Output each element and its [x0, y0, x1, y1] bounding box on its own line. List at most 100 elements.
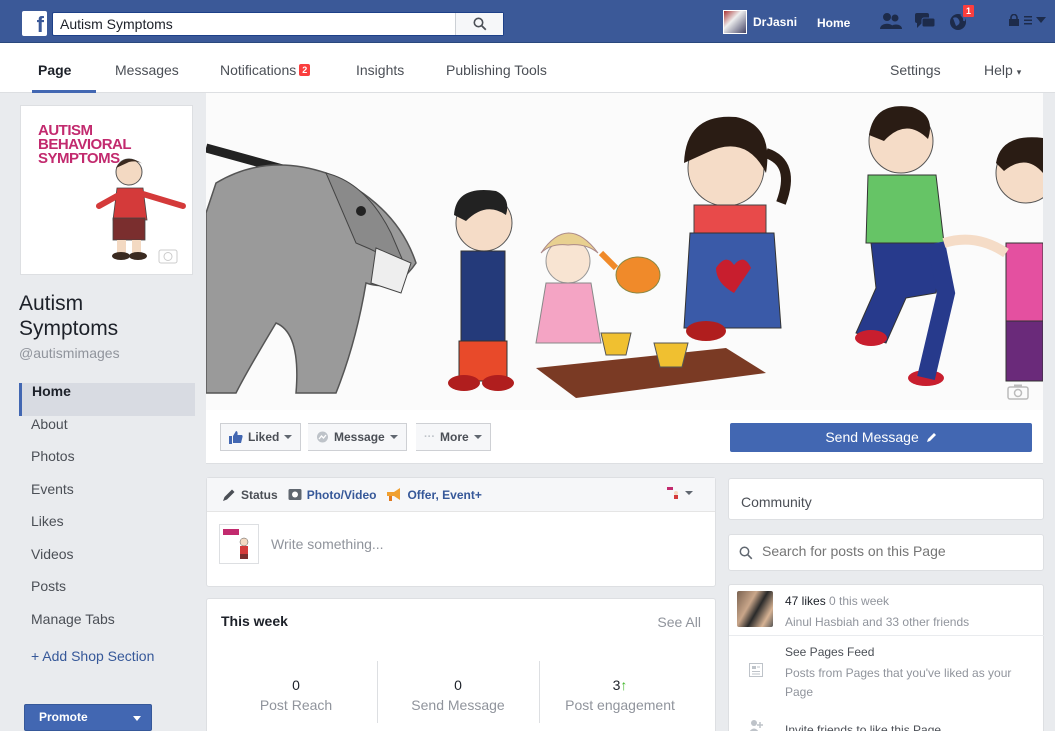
composer-placeholder[interactable]: Write something... — [271, 536, 384, 552]
newsfeed-icon — [749, 663, 763, 677]
messenger-icon — [317, 431, 328, 442]
profile-link[interactable]: DrJasni — [723, 8, 797, 36]
avatar — [219, 524, 259, 564]
tab-notifications[interactable]: Notifications 2 — [220, 62, 311, 78]
caret-down-icon — [685, 491, 693, 495]
page-title-line: Symptoms — [19, 317, 119, 340]
send-message-label: Send Message — [825, 429, 919, 445]
composer-tabs: Status Photo/Video Offer, Event+ — [207, 478, 715, 512]
globe-icon[interactable]: 1 — [948, 4, 975, 31]
page-post-search-input[interactable] — [762, 543, 1032, 559]
notifications-count-badge: 1 — [961, 4, 975, 18]
pages-feed-row[interactable]: See Pages Feed Posts from Pages that you… — [729, 637, 1045, 707]
stat-post-reach[interactable]: 0 Post Reach — [213, 677, 379, 713]
stat-send-message[interactable]: 0 Send Message — [375, 677, 541, 713]
pencil-icon — [926, 433, 936, 442]
likes-this-week: 0 this week — [829, 594, 890, 608]
see-all-link[interactable]: See All — [657, 614, 701, 630]
trend-up-icon: ↑ — [620, 677, 628, 693]
tab-insights[interactable]: Insights — [356, 62, 404, 78]
pages-feed-title[interactable]: See Pages Feed — [785, 645, 874, 659]
top-navigation-bar: f DrJasni Home 1 — [0, 0, 1055, 43]
ellipsis-icon: ··· — [424, 431, 435, 443]
sidebar-item-about[interactable]: About — [19, 416, 195, 449]
account-menu[interactable] — [1008, 14, 1046, 26]
facebook-logo-icon[interactable]: f — [22, 11, 47, 37]
profile-picture-frame[interactable]: AUTISM BEHAVIORAL SYMPTOMS — [20, 105, 193, 275]
menu-lines-icon — [1024, 16, 1032, 25]
sidebar-item-photos[interactable]: Photos — [19, 448, 195, 481]
page-post-search[interactable] — [728, 534, 1044, 571]
tab-publishing-tools[interactable]: Publishing Tools — [446, 62, 547, 78]
send-message-button[interactable]: Send Message — [730, 423, 1032, 452]
composer-tab-photo-video[interactable]: Photo/Video — [288, 487, 377, 502]
sidebar-item-manage-tabs[interactable]: Manage Tabs — [19, 611, 195, 644]
boy-drawing — [96, 158, 186, 264]
community-card: 47 likes 0 this week Ainul Hasbiah and 3… — [728, 584, 1045, 731]
stat-value: 0 — [292, 677, 300, 693]
message-label: Message — [334, 430, 385, 444]
search-icon — [473, 17, 487, 31]
cover-illustration — [206, 93, 1043, 410]
sidebar-item-videos[interactable]: Videos — [19, 546, 195, 579]
search-box[interactable] — [52, 12, 504, 36]
sidebar-item-posts[interactable]: Posts — [19, 578, 195, 611]
avatar — [737, 591, 773, 627]
home-link[interactable]: Home — [817, 16, 850, 30]
add-shop-section-link[interactable]: + Add Shop Section — [19, 648, 195, 681]
sidebar-item-home[interactable]: Home — [19, 383, 195, 416]
page-avatar-icon — [667, 487, 678, 499]
help-label: Help — [984, 62, 1013, 78]
composer-tab-offer-event[interactable]: Offer, Event+ — [386, 487, 482, 502]
stat-label: Post engagement — [565, 697, 675, 713]
divider — [729, 635, 1045, 636]
invite-friends-link[interactable]: Invite friends to like this Page — [785, 723, 941, 731]
sidebar-item-events[interactable]: Events — [19, 481, 195, 514]
user-name: DrJasni — [753, 15, 798, 29]
messages-icon[interactable] — [914, 11, 936, 31]
megaphone-icon — [387, 488, 401, 501]
cover-photo[interactable] — [206, 93, 1043, 410]
stat-value: 0 — [454, 677, 462, 693]
caret-down-icon — [133, 716, 141, 721]
caret-down-icon — [1036, 17, 1046, 23]
search-icon — [739, 546, 753, 560]
page-title-line: Autism — [19, 292, 84, 315]
stat-value-row: 3↑ — [537, 677, 703, 693]
page-navigation: Page Messages Notifications 2 Insights Pu… — [0, 43, 1055, 93]
liked-button[interactable]: Liked — [220, 423, 302, 451]
sidebar-item-likes[interactable]: Likes — [19, 513, 195, 546]
post-as-selector[interactable] — [666, 486, 693, 500]
message-button[interactable]: Message — [308, 423, 407, 451]
tab-messages[interactable]: Messages — [115, 62, 179, 78]
search-button[interactable] — [455, 13, 503, 35]
offer-event-label: Offer, Event+ — [407, 487, 482, 502]
pages-feed-description: Posts from Pages that you've liked as yo… — [785, 666, 1012, 699]
caret-down-icon — [473, 435, 482, 439]
composer-body[interactable]: Write something... — [207, 487, 715, 586]
community-header[interactable]: Community — [728, 478, 1044, 520]
likes-row[interactable]: 47 likes 0 this week Ainul Hasbiah and 3… — [729, 585, 1045, 633]
composer-tab-status[interactable]: Status — [222, 488, 278, 502]
friends-icon[interactable] — [880, 11, 902, 31]
photo-video-label: Photo/Video — [306, 487, 377, 502]
post-composer: Status Photo/Video Offer, Event+ Write s… — [206, 477, 716, 587]
search-input[interactable] — [53, 13, 453, 35]
caret-down-icon — [389, 435, 398, 439]
sidebar: Home About Photos Events Likes Videos Po… — [19, 383, 195, 681]
settings-link[interactable]: Settings — [890, 62, 941, 78]
stat-label: Post Reach — [259, 697, 333, 713]
likes-count: 47 likes — [785, 594, 826, 608]
camera-icon[interactable] — [1007, 384, 1029, 400]
invite-friends-row[interactable]: Invite friends to like this Page — [729, 715, 1045, 731]
stat-label: Send Message — [411, 697, 505, 713]
stat-post-engagement[interactable]: 3↑ Post engagement — [537, 677, 703, 713]
tab-page[interactable]: Page — [38, 62, 71, 78]
page-username: @autismimages — [19, 345, 120, 361]
profile-picture: AUTISM BEHAVIORAL SYMPTOMS — [25, 110, 188, 270]
help-menu[interactable]: Help ▾ — [984, 62, 1021, 78]
this-week-title: This week — [221, 613, 288, 629]
page-title: Autism Symptoms — [19, 291, 199, 341]
more-button[interactable]: ··· More — [416, 423, 491, 451]
promote-button[interactable]: Promote — [24, 704, 152, 731]
